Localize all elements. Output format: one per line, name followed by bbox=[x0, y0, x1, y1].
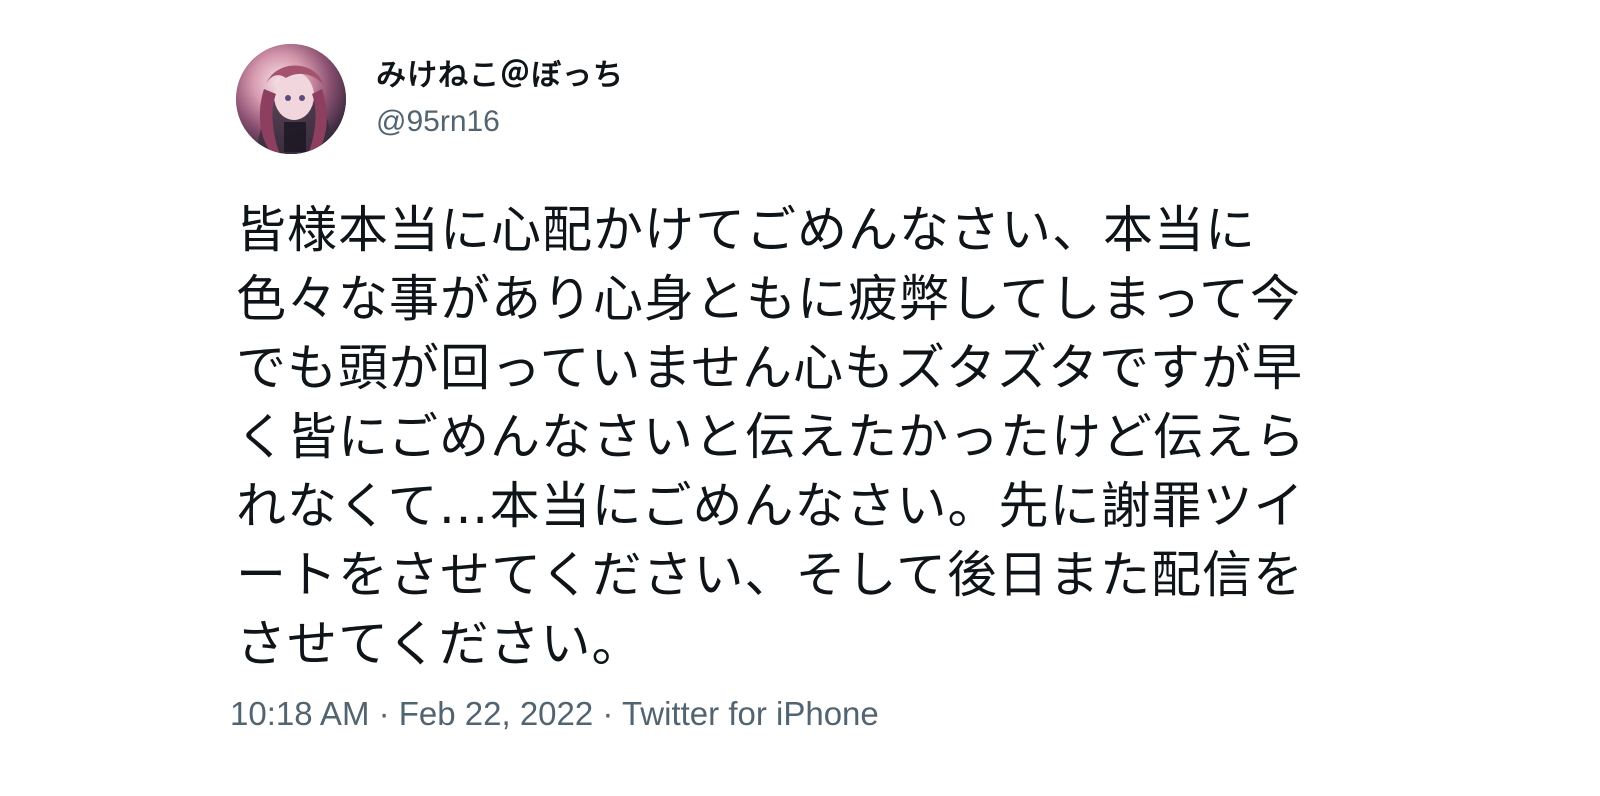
display-name[interactable]: みけねこ＠ぼっち bbox=[376, 56, 624, 96]
user-handle[interactable]: @95rn16 bbox=[376, 102, 624, 142]
tweet-card: みけねこ＠ぼっち @95rn16 皆様本当に心配かけてごめんなさい、本当に色々な… bbox=[236, 44, 1356, 679]
avatar-image bbox=[236, 44, 346, 154]
tweet-timestamp[interactable]: 10:18 AM · Feb 22, 2022 · Twitter for iP… bbox=[230, 694, 879, 734]
user-names: みけねこ＠ぼっち @95rn16 bbox=[376, 56, 624, 142]
tweet-text: 皆様本当に心配かけてごめんなさい、本当に色々な事があり心身ともに疲弊してしまって… bbox=[236, 201, 1306, 673]
avatar[interactable] bbox=[236, 44, 346, 154]
tweet-header: みけねこ＠ぼっち @95rn16 bbox=[236, 44, 1356, 154]
